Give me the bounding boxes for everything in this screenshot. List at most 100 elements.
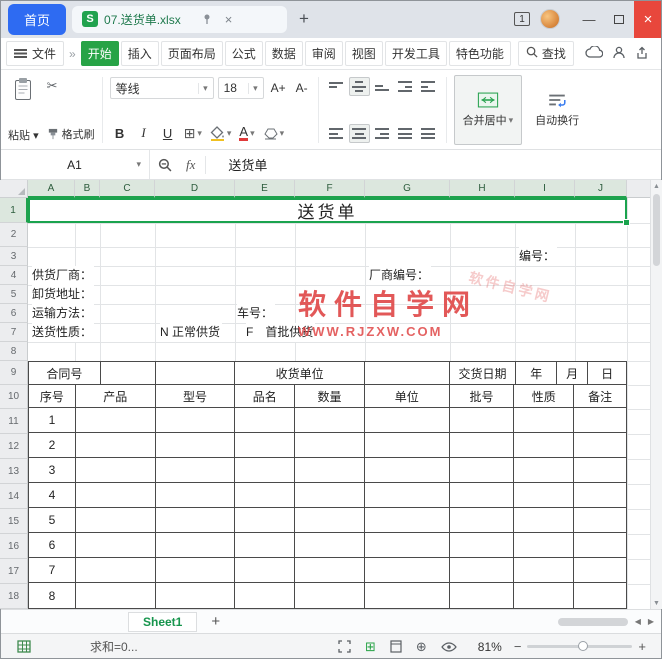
menu-tab-2[interactable]: 插入 [120,41,159,66]
align-center-button[interactable] [348,124,370,143]
table-cell[interactable] [514,408,575,432]
find-button[interactable]: 查找 [517,41,574,66]
table-cell[interactable] [365,533,450,557]
table-cell[interactable] [365,583,450,608]
row-header-17[interactable]: 17 [0,559,28,584]
align-left-button[interactable] [326,124,347,143]
menu-tab-6[interactable]: 审阅 [304,41,343,66]
form-label-first[interactable]: F 首批供货 [246,323,316,342]
row-header-7[interactable]: 7 [0,323,28,342]
sheet-tab-sheet1[interactable]: Sheet1 [128,611,198,632]
scroll-up-icon[interactable]: ▲ [651,180,662,192]
zoom-formula-icon[interactable] [158,158,172,172]
table-cell[interactable] [76,583,156,608]
clear-format-button[interactable]: ▾ [261,127,287,140]
menu-tab-1[interactable]: 开始 [80,41,119,66]
table-cell[interactable] [156,508,236,532]
table-cell[interactable] [156,583,236,608]
table-cell[interactable] [514,433,575,457]
zoom-out-button[interactable]: − [514,639,522,654]
table-cell[interactable] [295,458,365,482]
row-header-18[interactable]: 18 [0,584,28,609]
serial-cell-2[interactable]: 2 [29,433,76,457]
fill-color-button[interactable]: ▾ [208,125,234,141]
table-column-header-1[interactable]: 序号 [29,385,76,407]
decrease-font-button[interactable]: A- [293,81,311,95]
table-cell[interactable] [574,508,626,532]
underline-button[interactable]: U [158,123,178,143]
align-top-button[interactable] [326,77,347,96]
paste-button[interactable]: 粘贴 ▾ [8,75,39,145]
table-cell[interactable] [365,483,450,507]
table-cell[interactable] [295,533,365,557]
table-cell[interactable] [76,458,156,482]
serial-cell-8[interactable]: 8 [29,583,76,608]
table-cell[interactable] [235,483,296,507]
table-cell[interactable] [574,433,626,457]
table-cell[interactable] [295,583,365,608]
column-header-D[interactable]: D [155,180,235,198]
table-cell[interactable] [450,458,515,482]
table-cell[interactable] [450,533,515,557]
menu-tab-4[interactable]: 公式 [224,41,263,66]
table-column-header-2[interactable]: 产品 [76,385,156,407]
file-menu-button[interactable]: 文件 [6,41,65,66]
table-cell[interactable] [156,408,236,432]
table-cell[interactable] [295,508,365,532]
collaborate-icon[interactable] [612,46,626,62]
horizontal-scroll-thumb[interactable] [557,617,628,626]
day-cell[interactable]: 日 [588,362,626,384]
table-column-header-6[interactable]: 单位 [365,385,450,407]
table-cell[interactable] [450,433,515,457]
table-cell[interactable] [365,433,450,457]
table-cell[interactable] [235,533,296,557]
font-size-select[interactable]: 18 ▾ [217,77,264,99]
cut-icon[interactable]: ✂ [47,78,95,94]
table-cell[interactable] [450,508,515,532]
table-cell[interactable] [235,558,296,582]
table-cell[interactable] [235,508,296,532]
scroll-left-icon[interactable]: ◀ [635,617,641,626]
table-cell[interactable] [574,558,626,582]
align-middle-button[interactable] [348,77,370,96]
form-label-number[interactable]: 编号： [519,247,558,266]
table-cell[interactable] [365,558,450,582]
maximize-button[interactable] [604,0,634,38]
table-column-header-8[interactable]: 性质 [514,385,575,407]
row-header-5[interactable]: 5 [0,285,28,304]
form-label-nature[interactable]: 送货性质： [32,323,95,342]
add-sheet-button[interactable]: + [211,613,220,630]
serial-cell-6[interactable]: 6 [29,533,76,557]
decrease-indent-button[interactable] [395,77,416,96]
pin-icon[interactable] [201,13,213,25]
table-cell[interactable] [514,583,575,608]
fit-screen-icon[interactable] [338,640,351,653]
column-header-A[interactable]: A [28,180,75,198]
contract-no-cell[interactable]: 合同号 [29,362,101,384]
table-cell[interactable] [76,483,156,507]
form-label-normal[interactable]: N 正常供货 [160,323,223,342]
table-cell[interactable] [574,583,626,608]
zoom-slider[interactable] [527,641,633,651]
row-header-9[interactable]: 9 [0,361,28,385]
table-cell[interactable] [514,508,575,532]
cell-name-box[interactable]: A1 ▾ [0,150,150,179]
table-cell[interactable] [574,408,626,432]
scroll-right-icon[interactable]: ▶ [648,617,654,626]
spreadsheet-grid[interactable]: A B C D E F G H I J 1 2 3 4 5 6 7 8 9 10 11 12 13 14 15 16 17 18 编号：… [0,180,662,609]
serial-cell-3[interactable]: 3 [29,458,76,482]
row-header-14[interactable]: 14 [0,484,28,509]
table-column-header-5[interactable]: 数量 [295,385,365,407]
table-cell[interactable] [295,558,365,582]
form-label-vehicle[interactable]: 车号： [237,304,276,323]
table-cell[interactable] [156,558,236,582]
zoom-slider-thumb[interactable] [577,641,588,651]
table-cell[interactable] [156,433,236,457]
column-header-B[interactable]: B [75,180,100,198]
page-break-view-icon[interactable]: ⊕ [416,639,427,655]
minimize-button[interactable]: — [574,0,604,38]
table-cell[interactable] [574,483,626,507]
selection-fill-handle[interactable] [623,219,630,226]
row-header-13[interactable]: 13 [0,459,28,484]
column-header-C[interactable]: C [100,180,155,198]
